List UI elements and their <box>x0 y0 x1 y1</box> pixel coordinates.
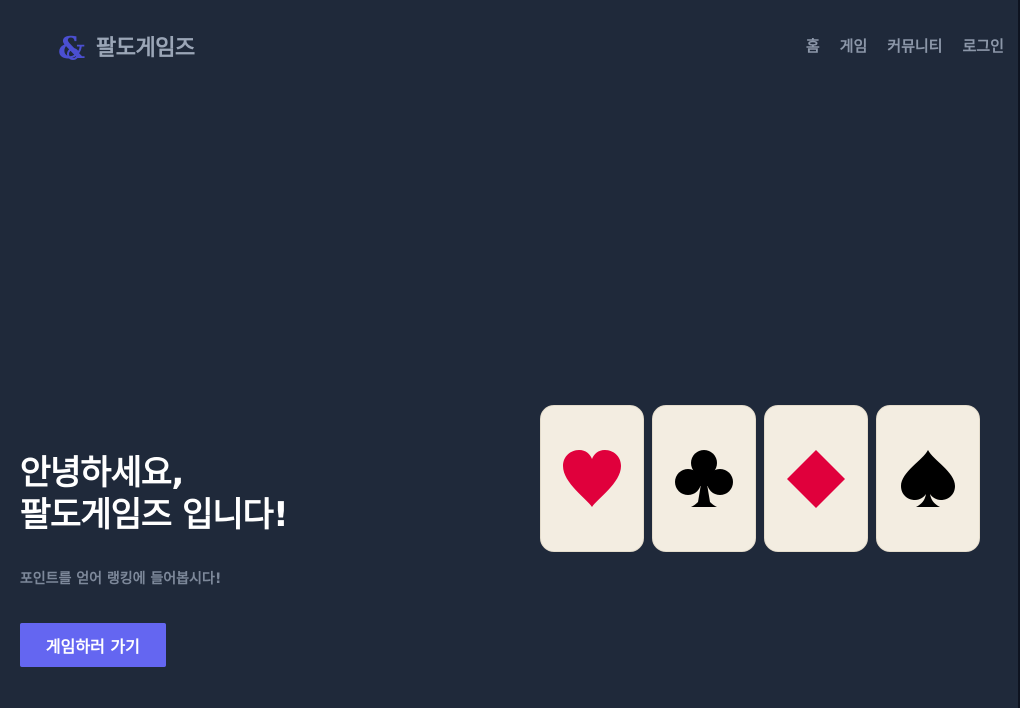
play-game-button[interactable]: 게임하러 가기 <box>20 623 166 667</box>
diamond-icon <box>787 449 845 508</box>
brand-logo-link[interactable]: & 팔도게임즈 <box>56 28 195 64</box>
nav-item-community[interactable]: 커뮤니티 <box>887 35 942 56</box>
hero-subtitle: 포인트를 얻어 랭킹에 들어봅시다! <box>20 571 222 587</box>
card-diamond <box>764 405 868 552</box>
spade-icon <box>901 449 955 507</box>
heart-icon <box>563 449 621 507</box>
card-club <box>652 405 756 552</box>
club-icon <box>675 449 733 507</box>
hero-title-line2: 팔도게임즈 입니다! <box>20 495 289 535</box>
card-heart <box>540 405 644 552</box>
card-spade <box>876 405 980 552</box>
nav-item-home[interactable]: 홈 <box>806 35 820 56</box>
playing-cards <box>540 405 980 552</box>
hero-title: 안녕하세요, 팔도게임즈 입니다! <box>20 452 289 536</box>
brand-name: 팔도게임즈 <box>96 36 195 61</box>
hero-title-line1: 안녕하세요, <box>20 453 184 493</box>
nav-item-login[interactable]: 로그인 <box>963 35 1004 56</box>
nav-item-games[interactable]: 게임 <box>840 35 868 56</box>
ampersand-logo-icon: & <box>58 31 85 64</box>
site-header: & 팔도게임즈 홈 게임 커뮤니티 로그인 <box>0 0 1020 90</box>
main-nav: 홈 게임 커뮤니티 로그인 <box>806 35 1004 56</box>
